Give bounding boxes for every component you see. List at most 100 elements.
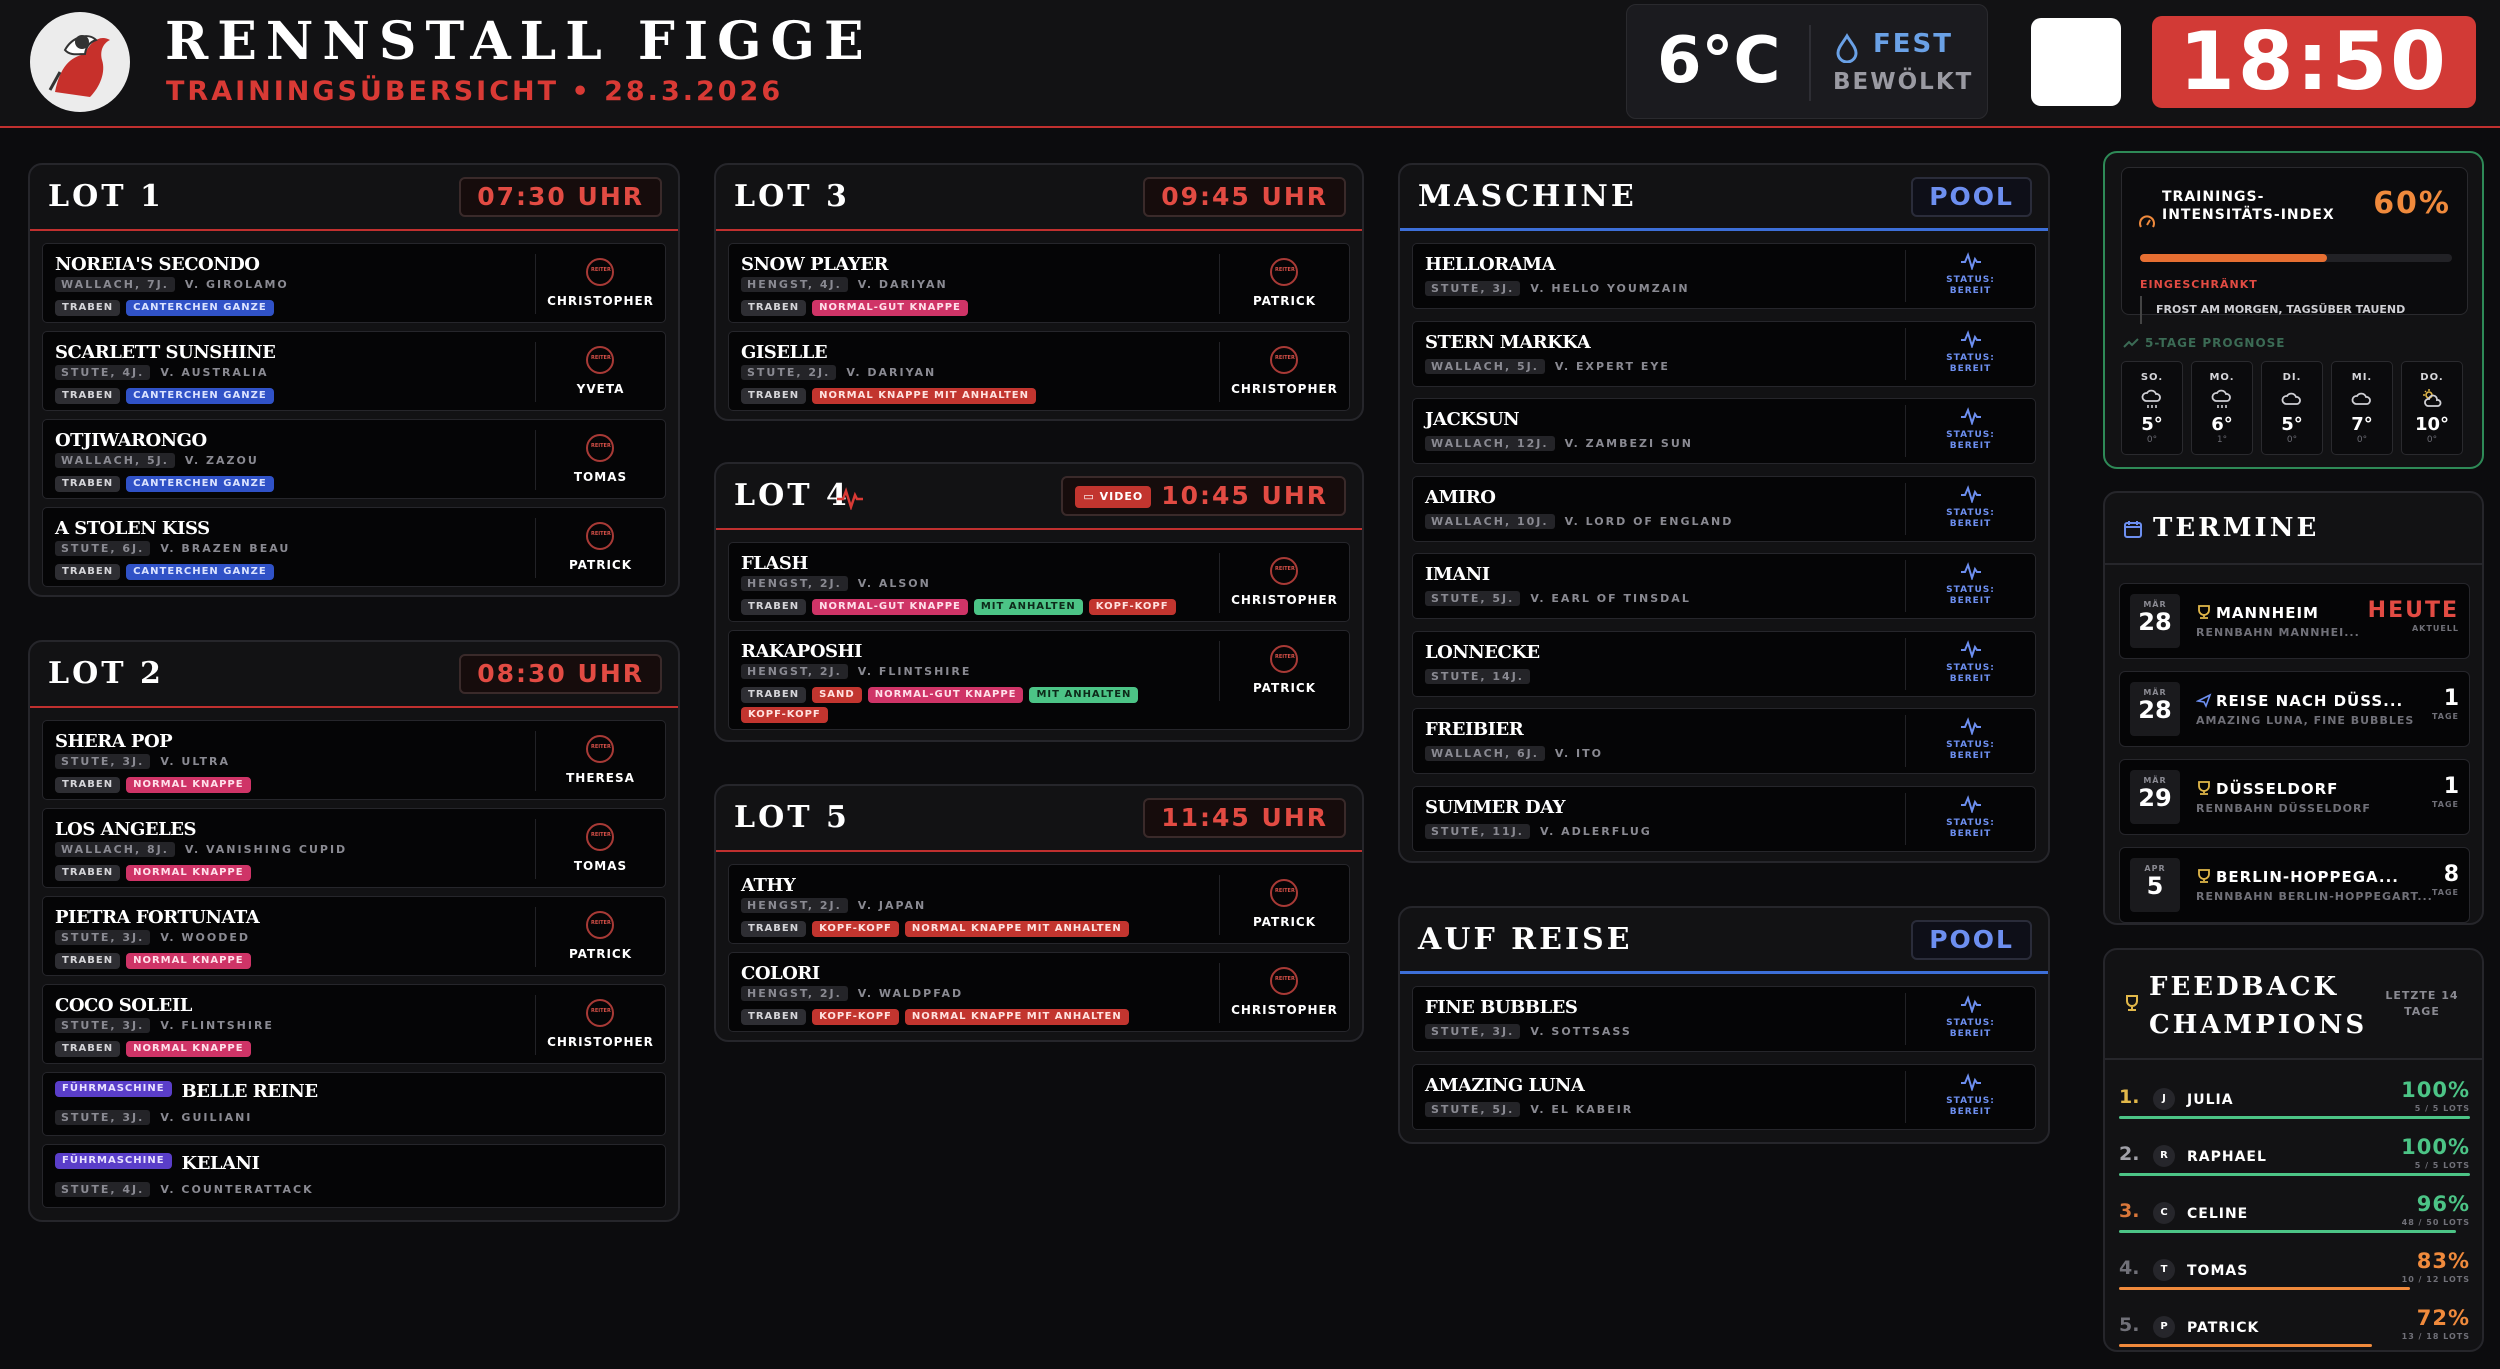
event-card[interactable]: MÄR 28 REISE NACH DÜSS... AMAZING LUNA, FIN… [2119,671,2470,747]
horse-name: BELLE REINE [181,1081,319,1102]
machine-row[interactable]: FINE BUBBLES STUTE, 3J. V. SOTTSASS STATUS:… [1412,986,2036,1052]
weather-widget: 6°C FEST BEWÖLKT [1626,4,1988,119]
feedback-entry[interactable]: 5. P PATRICK 72% 13 / 18 LOTS [2119,1300,2470,1350]
feedback-entry[interactable]: 1. J JULIA 100% 5 / 5 LOTS [2119,1072,2470,1124]
rider-cell[interactable]: REITER TOMAS [535,819,665,879]
fuehrmaschine-row[interactable]: FÜHRMASCHINE BELLE REINE STUTE, 3J. V. GUIL… [42,1072,666,1136]
horse-name: AMAZING LUNA [1425,1074,1585,1096]
horse-info: WALLACH, 6J. V. ITO [1425,746,1603,761]
rider-name: YVETA [576,382,625,396]
horse-row[interactable]: NOREIA'S SECONDO WALLACH, 7J. V. GIROLAMO T… [42,243,666,323]
horse-row[interactable]: SNOW PLAYER HENGST, 4J. V. DARIYAN TRABEN NO… [728,243,1350,323]
termine-header: TERMINE [2105,493,2482,565]
rider-cell[interactable]: REITER PATRICK [535,907,665,967]
status-value: BEREIT [1949,286,1992,296]
event-countdown-unit: TAGE [2431,800,2459,809]
horse-name: ATHY [741,875,796,896]
feedback-percent: 100% [2401,1078,2470,1102]
machine-row[interactable]: JACKSUN WALLACH, 12J. V. ZAMBEZI SUN STATUS… [1412,398,2036,464]
horse-row[interactable]: SCARLETT SUNSHINE STUTE, 4J. V. AUSTRALIA T… [42,331,666,411]
horse-tags: TRABEN KOPF-KOPF NORMAL KNAPPE MIT ANHALTE… [741,1009,1135,1029]
feedback-entry[interactable]: 3. C CELINE 96% 48 / 50 LOTS [2119,1186,2470,1238]
feedback-entry[interactable]: 4. T TOMAS 83% 10 / 12 LOTS [2119,1243,2470,1295]
status-value: BEREIT [1949,1029,1992,1039]
horse-name: SCARLETT SUNSHINE [55,342,276,363]
horse-meta: STUTE, 3J. [55,754,151,769]
horse-info: WALLACH, 12J. V. ZAMBEZI SUN [1425,436,1693,451]
event-card[interactable]: MÄR 29 DÜSSELDORF RENNBAHN DÜSSELDORF 1 TAGE [2119,759,2470,835]
rider-cell[interactable]: REITER TOMAS [535,430,665,490]
fuehrmaschine-row[interactable]: FÜHRMASCHINE KELANI STUTE, 4J. V. COUNTERAT… [42,1144,666,1208]
pool-badge[interactable]: POOL [1911,177,2032,217]
horse-name: GISELLE [741,342,828,363]
horse-tags: TRABEN NORMAL-GUT KNAPPE MIT ANHALTEN KOPF-… [741,599,1182,619]
rider-cell[interactable]: REITER CHRISTOPHER [1219,342,1349,402]
rider-cell[interactable]: REITER YVETA [535,342,665,402]
horse-row[interactable]: SHERA POP STUTE, 3J. V. ULTRA TRABEN NORMAL … [42,720,666,800]
reise-header: AUF REISE POOL [1400,908,2048,974]
video-badge[interactable]: ▭ VIDEO [1075,486,1152,508]
horse-sire: V. HELLO YOUMZAIN [1530,282,1690,295]
rider-cell[interactable]: REITER PATRICK [1219,254,1349,314]
horse-row[interactable]: LOS ANGELES WALLACH, 8J. V. VANISHING CUPI… [42,808,666,888]
machine-row[interactable]: SUMMER DAY STUTE, 11J. V. ADLERFLUG STATUS:… [1412,785,2036,852]
horse-row[interactable]: COCO SOLEIL STUTE, 3J. V. FLINTSHIRE TRABEN… [42,984,666,1064]
feedback-lots: 5 / 5 LOTS [2414,1104,2470,1113]
feedback-percent: 72% [2416,1306,2470,1330]
pool-badge[interactable]: POOL [1911,920,2032,960]
feedback-bar [2119,1173,2470,1176]
fuehrmaschine-tag: FÜHRMASCHINE [55,1153,172,1169]
rider-badge-text: REITER [591,1008,611,1014]
horse-sire: V. JAPAN [857,899,927,912]
trophy-icon [2196,780,2212,800]
pulse-icon [1960,562,1981,582]
horse-row[interactable]: GISELLE STUTE, 2J. V. DARIYAN TRABEN NORMAL … [728,331,1350,411]
horse-row[interactable]: A STOLEN KISS STUTE, 6J. V. BRAZEN BEAU TRA… [42,507,666,587]
horse-info: STUTE, 3J. V. GUILIANI [55,1110,252,1125]
horse-name: FLASH [741,553,808,574]
horse-sire: V. LORD OF ENGLAND [1564,514,1734,528]
calendar-icon [2124,521,2142,538]
status-square[interactable] [2031,18,2121,106]
machine-row[interactable]: FREIBIER WALLACH, 6J. V. ITO STATUS: BEREIT [1412,708,2036,774]
event-card[interactable]: MÄR 28 MANNHEIM RENNBAHN MANNHEI... HEUTE AKT… [2119,583,2470,659]
lot-title: LOT 5 [734,800,850,835]
rider-cell[interactable]: REITER PATRICK [535,518,665,578]
horse-row[interactable]: COLORI HENGST, 2J. V. WALDPFAD TRABEN KOPF-K… [728,952,1350,1032]
machine-row[interactable]: AMIRO WALLACH, 10J. V. LORD OF ENGLAND STAT… [1412,475,2036,542]
lot-2-panel: LOT 2 08:30 UHR SHERA POP STUTE, 3J. V. UL… [28,640,680,1222]
horse-row[interactable]: ATHY HENGST, 2J. V. JAPAN TRABEN KOPF-KOPF NO… [728,864,1350,944]
event-card[interactable]: APR 5 BERLIN-HOPPEGA... RENNBAHN BERLIN-HOP… [2119,847,2470,923]
horse-row[interactable]: OTJIWARONGO WALLACH, 5J. V. ZAZOU TRABEN CAN… [42,419,666,499]
machine-row[interactable]: IMANI STUTE, 5J. V. EARL OF TINSDAL STATUS:… [1412,553,2036,619]
event-day: 29 [2138,784,2172,812]
training-tag: TRABEN [55,953,121,969]
training-tag: TRABEN [741,388,807,404]
machine-row[interactable]: LONNECKE STUTE, 14J. STATUS: BEREIT [1412,630,2036,697]
horse-sire: V. AUSTRALIA [160,366,269,379]
rider-cell[interactable]: REITER CHRISTOPHER [1219,963,1349,1023]
horse-sire: V. WOODED [160,931,251,944]
status-cell: STATUS: BEREIT [1905,637,2035,690]
rider-cell[interactable]: REITER CHRISTOPHER [1219,553,1349,613]
horse-row[interactable]: RAKAPOSHI HENGST, 2J. V. FLINTSHIRE TRABEN S… [728,630,1350,730]
event-countdown: 8 TAGE [2432,862,2459,897]
horse-row[interactable]: PIETRA FORTUNATA STUTE, 3J. V. WOODED TRABE… [42,896,666,976]
rider-cell[interactable]: REITER PATRICK [1219,641,1349,701]
machine-row[interactable]: STERN MARKKA WALLACH, 5J. V. EXPERT EYE STA… [1412,320,2036,387]
rider-cell[interactable]: REITER THERESA [535,731,665,791]
droplet-icon [1836,33,1858,63]
training-tag: MIT ANHALTEN [1029,687,1139,703]
rider-cell[interactable]: REITER CHRISTOPHER [535,995,665,1055]
forecast-day: MI. 7° 0° [2331,361,2393,455]
rider-cell[interactable]: REITER PATRICK [1219,875,1349,935]
feedback-entry[interactable]: 2. R RAPHAEL 100% 5 / 5 LOTS [2119,1129,2470,1181]
machine-row[interactable]: HELLORAMA STUTE, 3J. V. HELLO YOUMZAIN STAT… [1412,243,2036,309]
machine-row[interactable]: AMAZING LUNA STUTE, 5J. V. EL KABEIR STATUS… [1412,1063,2036,1130]
horse-name: PIETRA FORTUNATA [55,907,260,928]
horse-row[interactable]: FLASH HENGST, 2J. V. ALSON TRABEN NORMAL-GUT… [728,542,1350,622]
training-tag: TRABEN [741,687,807,703]
rider-cell[interactable]: REITER CHRISTOPHER [535,254,665,314]
horse-meta: STUTE, 3J. [55,1018,151,1033]
horse-info: HENGST, 2J. V. JAPAN [741,898,927,913]
